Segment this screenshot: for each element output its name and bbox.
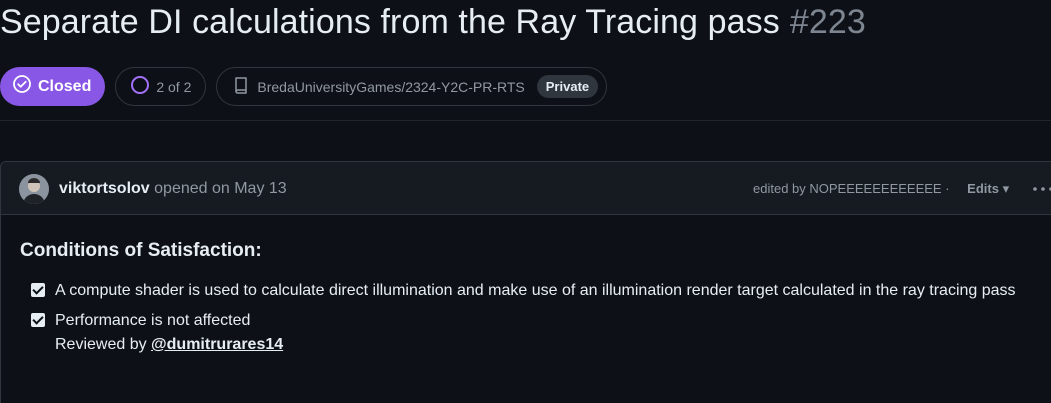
kebab-horizontal-icon[interactable] [1031, 180, 1051, 198]
issue-title: Separate DI calculations from the Ray Tr… [0, 3, 780, 41]
issue-meta-row: Closed 2 of 2 BredaUniversityGames/2324-… [0, 67, 608, 106]
issue-number: #223 [789, 3, 866, 41]
author-line: viktortsolov opened on May 13 [59, 162, 287, 215]
task-list: A compute shader is used to calculate di… [20, 279, 1051, 357]
state-label: Closed [38, 77, 92, 95]
repo-name[interactable]: BredaUniversityGames/2324-Y2C-PR-RTS [257, 79, 524, 95]
task-item: A compute shader is used to calculate di… [20, 279, 1051, 303]
issue-comment: viktortsolov opened on May 13 edited by … [0, 161, 1051, 403]
repo-icon [231, 75, 251, 98]
author-link[interactable]: viktortsolov [59, 180, 150, 197]
edited-line: edited by NOPEEEEEEEEEEEE · Edits ▾ [753, 162, 1009, 215]
progress-circle-icon [130, 75, 150, 98]
task-text-block: Performance is not affected Reviewed by … [55, 309, 1035, 357]
reviewed-prefix: Reviewed by [55, 336, 152, 353]
comment-body: Conditions of Satisfaction: A compute sh… [1, 215, 1051, 357]
task-text: Performance is not affected [55, 312, 251, 329]
task-text: A compute shader is used to calculate di… [55, 282, 1016, 299]
issue-page: Separate DI calculations from the Ray Tr… [0, 0, 1051, 403]
subissues-count: 2 of 2 [156, 78, 192, 95]
task-checkbox[interactable] [31, 283, 45, 297]
opened-text: opened on May 13 [154, 180, 287, 197]
header-divider [0, 120, 1051, 121]
avatar[interactable] [19, 174, 49, 204]
repo-pill[interactable]: BredaUniversityGames/2324-Y2C-PR-RTS Pri… [216, 67, 608, 106]
issue-title-row: Separate DI calculations from the Ray Tr… [0, 0, 866, 44]
task-item: Performance is not affected Reviewed by … [20, 309, 1051, 357]
state-badge: Closed [0, 67, 106, 106]
edits-dropdown[interactable]: Edits ▾ [967, 181, 1009, 196]
check-circle-icon [12, 74, 32, 99]
subissues-progress[interactable]: 2 of 2 [115, 67, 207, 106]
conditions-heading: Conditions of Satisfaction: [20, 240, 262, 261]
comment-header: viktortsolov opened on May 13 edited by … [1, 162, 1051, 215]
task-checkbox[interactable] [31, 313, 45, 327]
reviewer-mention[interactable]: @dumitrurares14 [151, 336, 283, 353]
edited-text: edited by NOPEEEEEEEEEEEE · [753, 181, 950, 196]
visibility-badge: Private [536, 75, 599, 98]
